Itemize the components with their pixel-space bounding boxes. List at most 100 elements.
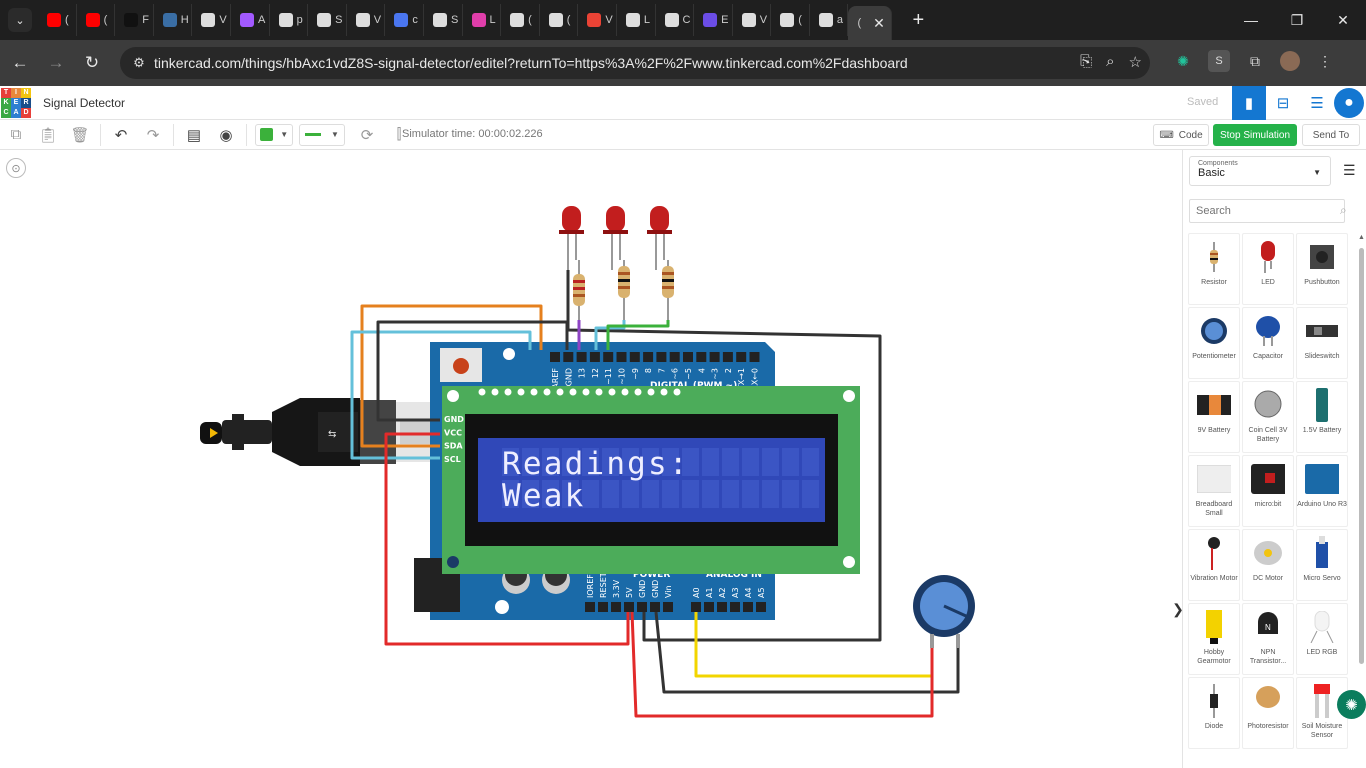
browser-tab[interactable]: A — [231, 4, 270, 36]
browser-tab[interactable]: V — [347, 4, 386, 36]
header-pin[interactable] — [576, 352, 587, 362]
header-pin[interactable] — [598, 602, 608, 612]
browser-tab[interactable]: F — [115, 4, 154, 36]
leds-and-resistors[interactable] — [559, 206, 674, 320]
header-pin[interactable] — [656, 352, 667, 362]
send-to-button[interactable]: Send To — [1302, 124, 1360, 146]
component-breadboard-small[interactable]: Breadboard Small — [1188, 455, 1240, 527]
browser-tab[interactable]: L — [617, 4, 656, 36]
browser-tab[interactable]: ( — [771, 4, 810, 36]
component-1-5v-battery[interactable]: 1.5V Battery — [1296, 381, 1348, 453]
restore-icon[interactable]: ❐ — [1274, 0, 1320, 40]
install-app-icon[interactable]: ⎘ — [1080, 53, 1092, 71]
browser-tab[interactable]: ( — [540, 4, 579, 36]
browser-menu-icon[interactable]: ⋮ — [1314, 50, 1336, 72]
lcd-i2c-module[interactable]: Readings: Weak GND VCC SDA SCL — [442, 386, 860, 574]
bookmark-star-icon[interactable]: ☆ — [1129, 53, 1142, 71]
browser-tab[interactable]: V — [578, 4, 617, 36]
header-pin[interactable] — [643, 352, 654, 362]
header-pin[interactable] — [589, 352, 600, 362]
browser-tab[interactable]: S — [424, 4, 463, 36]
collapse-panel-icon[interactable]: ❯ — [1172, 598, 1182, 620]
user-avatar[interactable]: ● — [1334, 88, 1364, 118]
header-pin[interactable] — [696, 352, 707, 362]
omnibox[interactable]: ⚙ tinkercad.com/things/hbAxc1vdZ8S-signa… — [120, 47, 1150, 79]
wire-color-picker[interactable]: ▼ — [255, 123, 293, 146]
header-pin[interactable] — [691, 602, 701, 612]
header-pin[interactable] — [550, 352, 560, 362]
header-pin[interactable] — [637, 602, 647, 612]
browser-tab[interactable]: ( — [38, 4, 77, 36]
component-search-input[interactable] — [1189, 199, 1345, 223]
component-coin-cell-3v-battery[interactable]: Coin Cell 3V Battery — [1242, 381, 1294, 453]
potentiometer[interactable] — [913, 575, 975, 648]
header-pin[interactable] — [736, 352, 747, 362]
browser-tab[interactable]: ( — [501, 4, 540, 36]
s-extension-icon[interactable]: S — [1208, 50, 1230, 72]
schematic-view-icon[interactable]: ⊟ — [1266, 86, 1300, 120]
minimize-icon[interactable]: — — [1228, 0, 1274, 40]
stop-simulation-button[interactable]: Stop Simulation — [1213, 124, 1297, 146]
header-pin[interactable] — [743, 602, 753, 612]
delete-icon[interactable]: 🗑︎ — [64, 120, 96, 150]
component-vibration-motor[interactable]: Vibration Motor — [1188, 529, 1240, 601]
header-pin[interactable] — [730, 602, 740, 612]
panel-scrollbar[interactable]: ▲ — [1358, 234, 1365, 768]
component-hobby-gearmotor[interactable]: Hobby Gearmotor — [1188, 603, 1240, 675]
header-pin[interactable] — [749, 352, 760, 362]
component-list-view-icon[interactable]: ☰ — [1300, 86, 1334, 120]
header-pin[interactable] — [563, 352, 574, 362]
browser-tab[interactable]: L — [463, 4, 502, 36]
workplane-canvas[interactable]: ⊙ ⇆ AREF GND 13 12 ~11 ~10 ~9 8 7 ~6 ~5 4 ~3 2 TX→1 RX←… — [0, 150, 1182, 768]
header-pin[interactable] — [611, 602, 621, 612]
close-tab-icon[interactable]: ✕ — [873, 15, 885, 32]
browser-tab[interactable]: E — [694, 4, 733, 36]
circuit-view-icon[interactable]: ▮ — [1232, 86, 1266, 120]
component-led[interactable]: LED — [1242, 233, 1294, 305]
browser-tab[interactable]: ( — [77, 4, 116, 36]
site-info-icon[interactable]: ⚙ — [124, 55, 154, 71]
undo-icon[interactable]: ↶ — [105, 120, 137, 150]
browser-tab[interactable]: S — [308, 4, 347, 36]
header-pin[interactable] — [663, 602, 673, 612]
scroll-thumb[interactable] — [1359, 248, 1364, 664]
header-pin[interactable] — [709, 352, 720, 362]
header-pin[interactable] — [624, 602, 634, 612]
component-photoresistor[interactable]: Photoresistor — [1242, 677, 1294, 749]
browser-tab[interactable]: V — [192, 4, 231, 36]
component-resistor[interactable]: Resistor — [1188, 233, 1240, 305]
rotate-icon[interactable]: ⟳ — [351, 120, 383, 150]
header-pin[interactable] — [717, 602, 727, 612]
chatgpt-floating-icon[interactable]: ✺ — [1337, 690, 1366, 719]
component-micro-servo[interactable]: Micro Servo — [1296, 529, 1348, 601]
browser-tab[interactable]: V — [733, 4, 772, 36]
reload-button[interactable]: ↻ — [76, 47, 108, 79]
new-tab-button[interactable]: + — [912, 9, 924, 32]
component-diode[interactable]: Diode — [1188, 677, 1240, 749]
component-npn-transistor[interactable]: N NPN Transistor... — [1242, 603, 1294, 675]
component-slideswitch[interactable]: Slideswitch — [1296, 307, 1348, 379]
header-pin[interactable] — [585, 602, 595, 612]
header-pin[interactable] — [629, 352, 640, 362]
forward-button[interactable]: → — [40, 47, 72, 79]
scroll-up-icon[interactable]: ▲ — [1358, 234, 1365, 241]
project-title[interactable]: Signal Detector — [43, 96, 125, 110]
browser-tab[interactable]: H — [154, 4, 193, 36]
browser-tab[interactable]: c — [385, 4, 424, 36]
tab-search-button[interactable]: ⌄ — [8, 8, 32, 32]
component-capacitor[interactable]: Capacitor — [1242, 307, 1294, 379]
components-dropdown[interactable]: Components Basic ▼ — [1189, 156, 1331, 186]
chatgpt-extension-icon[interactable]: ✺ — [1172, 50, 1194, 72]
back-button[interactable]: ← — [4, 47, 36, 79]
redo-icon[interactable]: ↷ — [137, 120, 169, 150]
header-pin[interactable] — [683, 352, 693, 362]
browser-tab[interactable]: a — [810, 4, 849, 36]
close-window-icon[interactable]: ✕ — [1320, 0, 1366, 40]
copy-icon[interactable]: ⧉ — [0, 120, 32, 150]
visibility-icon[interactable]: ◉ — [210, 120, 242, 150]
paste-icon[interactable]: 📋︎ — [32, 120, 64, 150]
component-dc-motor[interactable]: DC Motor — [1242, 529, 1294, 601]
component-arduino-uno-r3[interactable]: Arduino Uno R3 — [1296, 455, 1348, 527]
browser-tab[interactable]: C — [656, 4, 695, 36]
header-pin[interactable] — [756, 602, 766, 612]
